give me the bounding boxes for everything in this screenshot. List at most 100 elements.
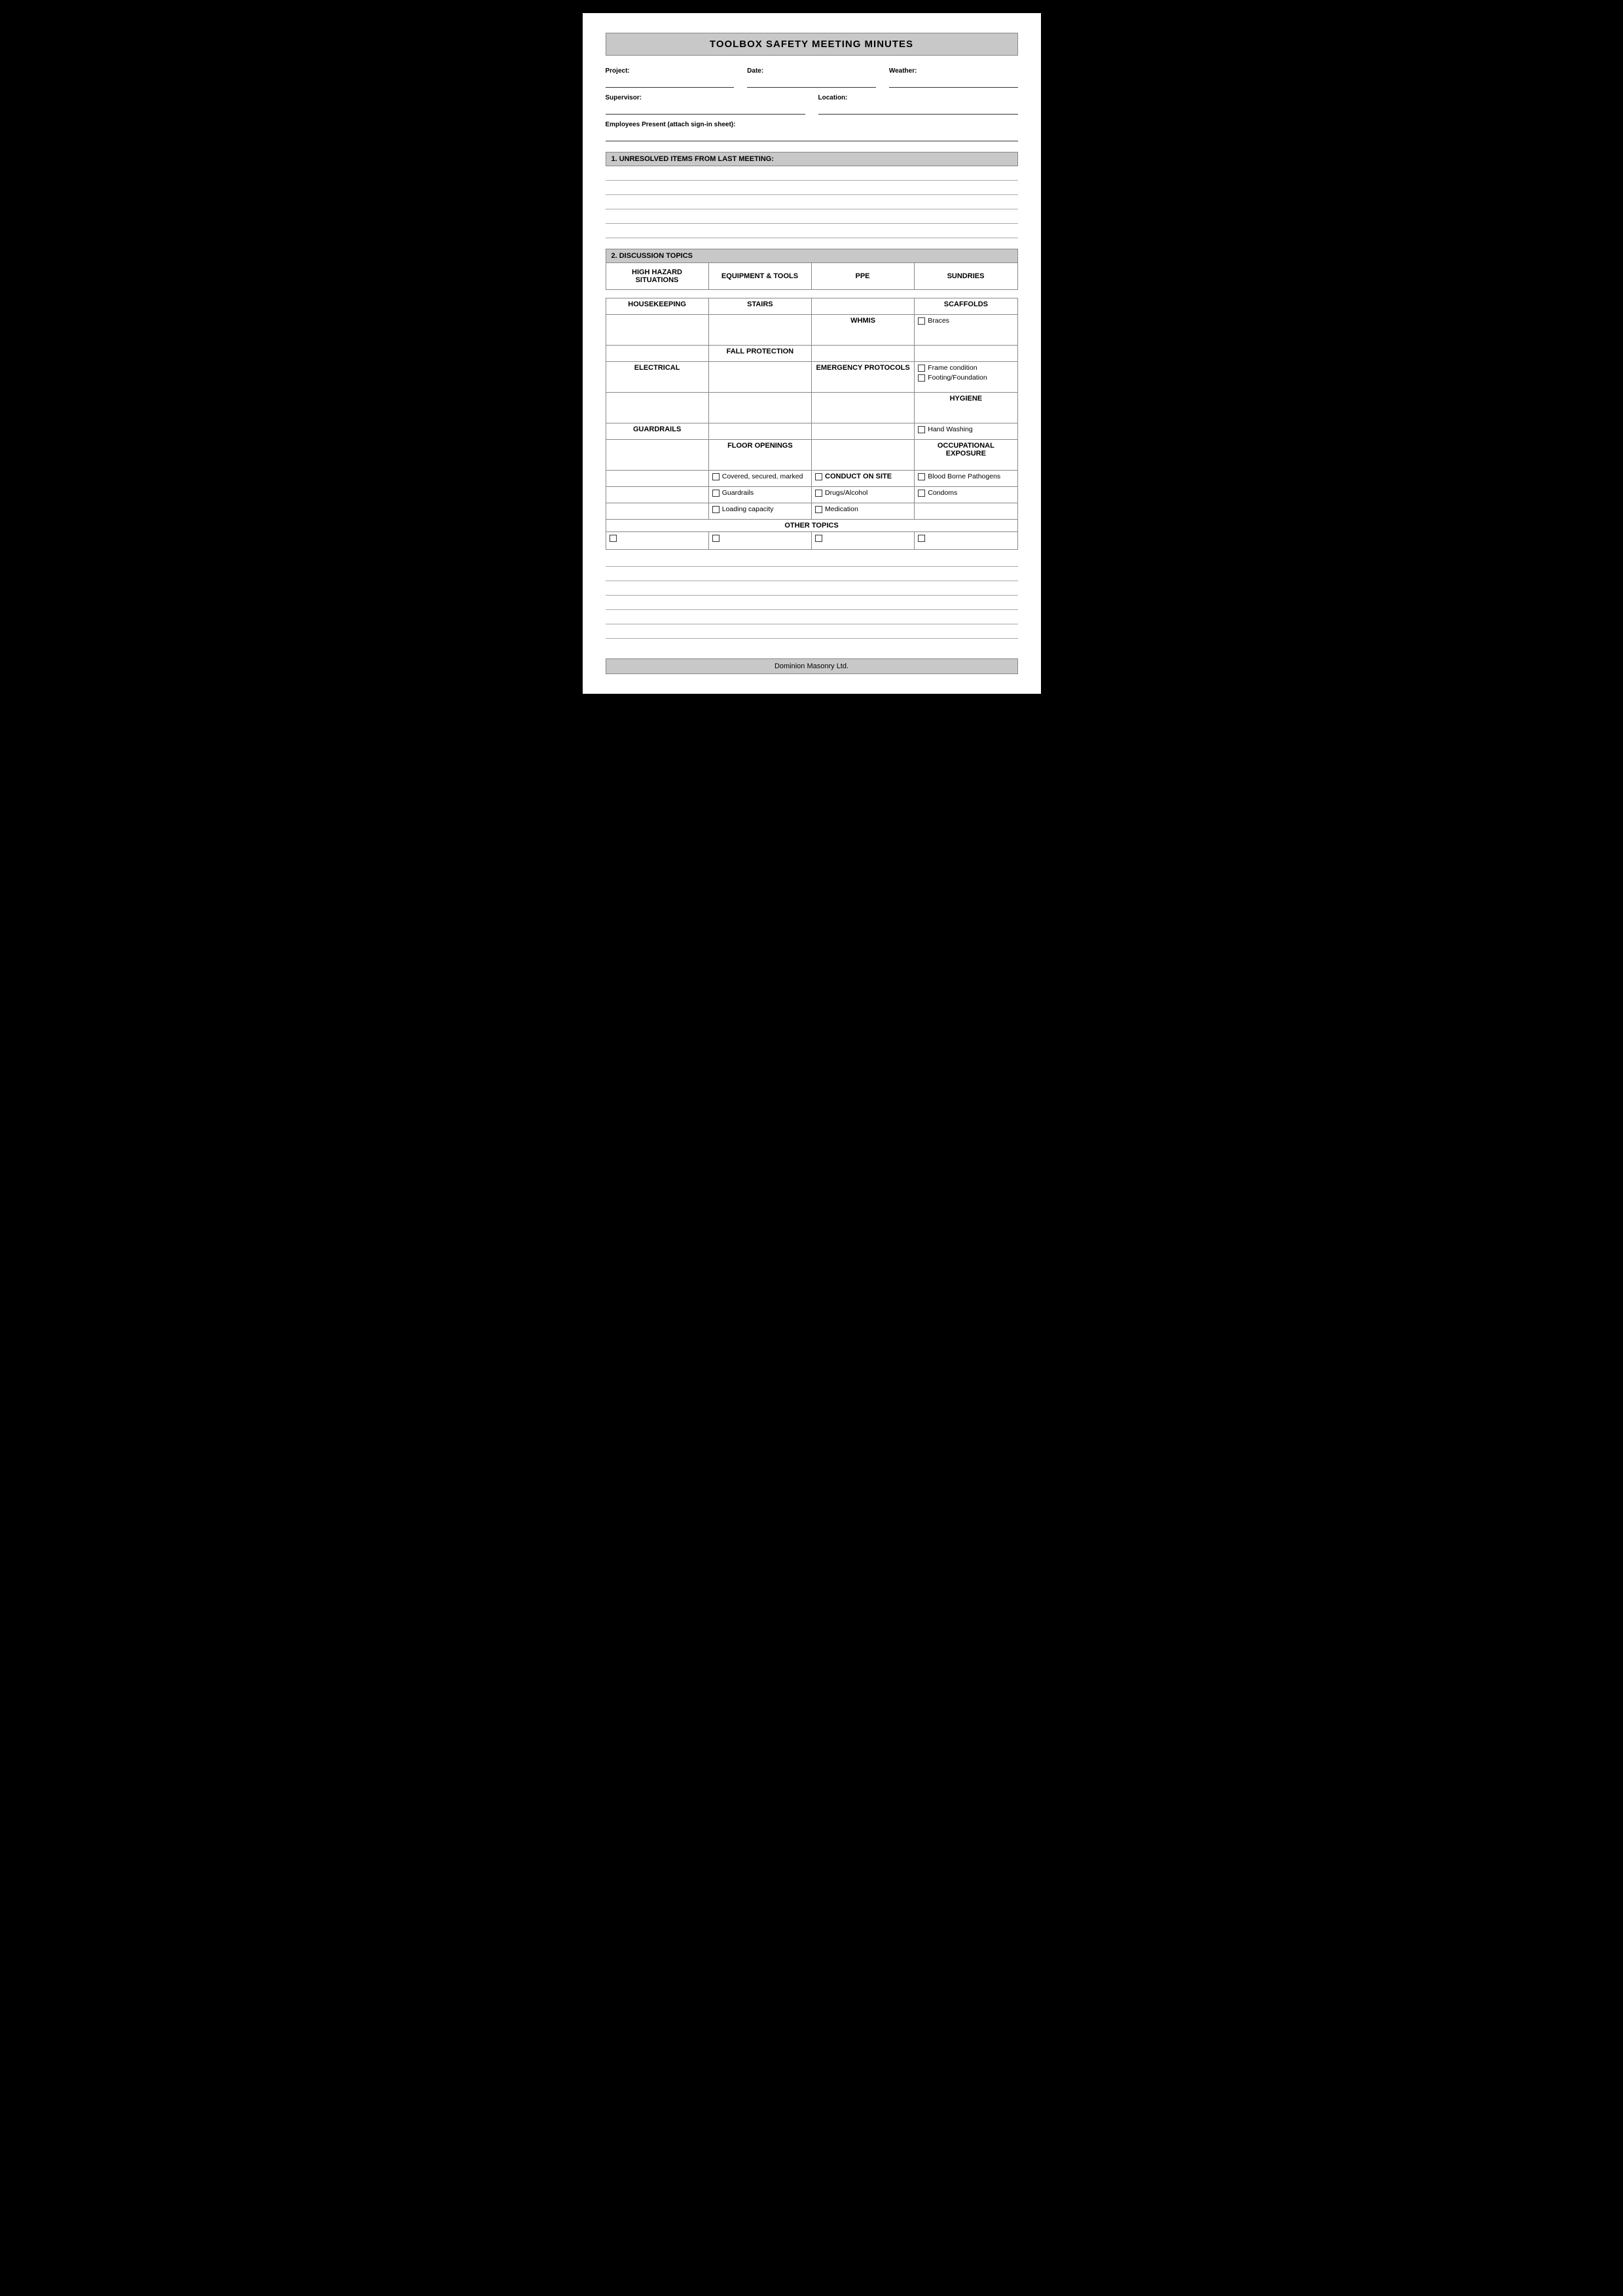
bottom-line-2[interactable] [606,571,1018,581]
housekeeping-label: HOUSEKEEPING [610,300,705,308]
field-row-3: Employees Present (attach sign-in sheet)… [606,121,1018,141]
frame-condition-checkbox[interactable] [918,365,925,372]
other-topic-1 [606,532,708,550]
footer-bar: Dominion Masonry Ltd. [606,658,1018,674]
loading-capacity-item: Loading capacity [712,505,808,513]
cell-e1 [606,471,708,487]
cell-empty-a2 [812,346,915,362]
unresolved-line-5[interactable] [606,228,1018,238]
supervisor-value[interactable] [606,103,805,115]
condoms-item: Condoms [918,489,1013,497]
checklist-row-1: HOUSEKEEPING STAIRS SCAFFOLDS [606,298,1017,315]
cell-f1 [606,487,708,503]
employees-field: Employees Present (attach sign-in sheet)… [606,121,1018,141]
frame-condition-text: Frame condition [928,364,977,372]
scaffolds-label: SCAFFOLDS [918,300,1013,308]
cell-medication: Medication [812,503,915,520]
cell-b3 [812,393,915,423]
drugs-alcohol-item: Drugs/Alcohol [815,489,911,497]
checklist-row-5: HYGIENE [606,393,1017,423]
checklist-table: HOUSEKEEPING STAIRS SCAFFOLDS [606,298,1018,550]
project-value[interactable] [606,76,735,88]
condoms-checkbox[interactable] [918,490,925,497]
weather-field: Weather: [889,67,1018,88]
bottom-line-4[interactable] [606,600,1018,610]
unresolved-line-3[interactable] [606,199,1018,209]
cell-fall-empty [708,362,811,393]
bottom-line-5[interactable] [606,614,1018,624]
covered-checkbox[interactable] [712,473,720,480]
blood-borne-text: Blood Borne Pathogens [928,473,1000,480]
blood-borne-item: Blood Borne Pathogens [918,473,1013,480]
blood-borne-checkbox[interactable] [918,473,925,480]
weather-value[interactable] [889,76,1018,88]
cell-guardrails-header: GUARDRAILS [606,423,708,440]
checklist-row-9: Guardrails Drugs/Alcohol Condoms [606,487,1017,503]
other-topic-3-checkbox[interactable] [815,535,822,542]
top-fields: Project: Date: Weather: Supervisor: Loca… [606,67,1018,141]
unresolved-line-2[interactable] [606,185,1018,195]
cell-loading-capacity: Loading capacity [708,503,811,520]
guardrails-floor-text: Guardrails [722,489,754,497]
unresolved-section: 1. UNRESOLVED ITEMS FROM LAST MEETING: [606,152,1018,238]
hand-washing-item: Hand Washing [918,425,1013,433]
footing-foundation-text: Footing/Foundation [928,374,987,382]
other-topic-4-checkbox[interactable] [918,535,925,542]
cell-g1 [606,503,708,520]
date-value[interactable] [747,76,876,88]
hand-washing-checkbox[interactable] [918,426,925,433]
cell-electrical-header: ELECTRICAL [606,362,708,393]
loading-capacity-checkbox[interactable] [712,506,720,513]
floor-openings-label: FLOOR OPENINGS [712,442,808,450]
topic-col-4: SUNDRIES [915,263,1017,289]
other-topic-2-checkbox[interactable] [712,535,720,542]
conduct-header-checkbox[interactable] [815,473,822,480]
other-topic-3 [812,532,915,550]
other-topic-1-checkbox[interactable] [610,535,617,542]
unresolved-line-1[interactable] [606,170,1018,181]
project-label: Project: [606,67,735,75]
condoms-text: Condoms [928,489,957,497]
covered-text: Covered, secured, marked [722,473,803,480]
guardrails-label: GUARDRAILS [610,425,705,433]
cell-d3 [812,440,915,471]
unresolved-line-4[interactable] [606,213,1018,224]
footing-foundation-checkbox[interactable] [918,374,925,382]
bottom-line-1[interactable] [606,556,1018,567]
whmis-label: WHMIS [815,317,911,325]
location-value[interactable] [818,103,1018,115]
topic-col-3: PPE [812,263,915,289]
page-title: TOOLBOX SAFETY MEETING MINUTES [606,33,1018,56]
other-topics-label: OTHER TOPICS [610,522,1014,529]
conduct-on-site-label: CONDUCT ON SITE [825,473,892,480]
checklist-row-4: ELECTRICAL EMERGENCY PROTOCOLS Frame con… [606,362,1017,393]
cell-conduct-header: CONDUCT ON SITE [812,471,915,487]
braces-checkbox[interactable] [918,317,925,325]
topic-col-1: HIGH HAZARD SITUATIONS [606,263,709,289]
other-topics-row: OTHER TOPICS [606,520,1017,532]
unresolved-header: 1. UNRESOLVED ITEMS FROM LAST MEETING: [606,152,1018,166]
cell-hygiene-header: HYGIENE [915,393,1017,423]
discussion-header: 2. DISCUSSION TOPICS [606,249,1018,262]
checklist-row-3: FALL PROTECTION [606,346,1017,362]
field-row-2: Supervisor: Location: [606,94,1018,115]
bottom-write-area [606,556,1018,639]
cell-b2 [708,393,811,423]
cell-whmis-header: WHMIS [812,315,915,346]
braces-item: Braces [918,317,1013,325]
bottom-line-6[interactable] [606,628,1018,639]
cell-housekeeping-empty [606,315,708,346]
loading-capacity-text: Loading capacity [722,505,774,513]
medication-checkbox[interactable] [815,506,822,513]
emergency-protocols-label: EMERGENCY PROTOCOLS [815,364,911,372]
other-topic-2-item [712,534,808,547]
other-topic-1-item [610,534,705,547]
guardrails-floor-checkbox[interactable] [712,490,720,497]
checklist-row-8: Covered, secured, marked CONDUCT ON SITE… [606,471,1017,487]
bottom-line-3[interactable] [606,585,1018,596]
cell-electrical-empty [606,393,708,423]
stairs-label: STAIRS [712,300,808,308]
hand-washing-text: Hand Washing [928,425,972,433]
employees-value[interactable] [606,130,1018,141]
drugs-alcohol-checkbox[interactable] [815,490,822,497]
